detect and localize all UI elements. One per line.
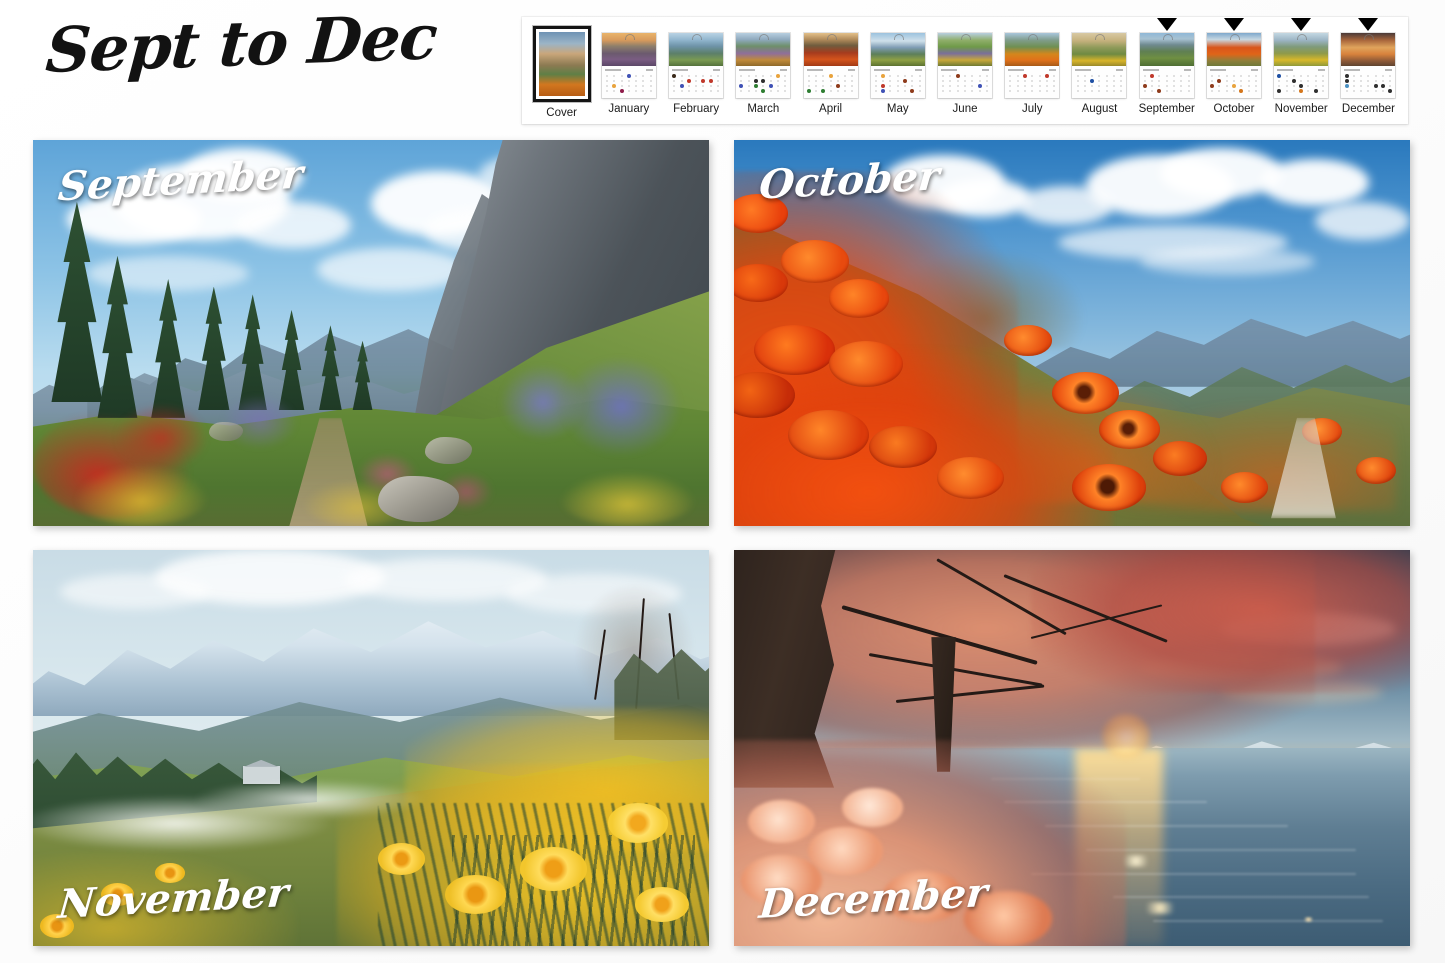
thumbnail-mini-calendar bbox=[1274, 66, 1329, 98]
thumbnail-item-july[interactable]: July bbox=[999, 24, 1066, 124]
calendar-ring-icon bbox=[1297, 34, 1308, 40]
thumbnail-label: October bbox=[1213, 103, 1255, 115]
thumbnail-label: May bbox=[886, 103, 909, 115]
thumbnail-frame[interactable] bbox=[1274, 33, 1329, 98]
calendar-ring-icon bbox=[759, 34, 770, 40]
thumbnail-label: Cover bbox=[546, 107, 577, 119]
thumbnail-mini-calendar bbox=[669, 66, 724, 98]
thumbnail-item-april[interactable]: April bbox=[797, 24, 864, 124]
calendar-ring-icon bbox=[624, 34, 635, 40]
thumbnail-mini-calendar bbox=[1206, 66, 1261, 98]
thumbnail-item-february[interactable]: February bbox=[662, 24, 729, 124]
thumbnail-label: April bbox=[819, 103, 843, 115]
thumbnail-item-march[interactable]: March bbox=[730, 24, 797, 124]
thumbnail-frame[interactable] bbox=[1139, 33, 1194, 98]
thumbnail-label: January bbox=[608, 103, 650, 115]
calendar-page-thumbnail-strip[interactable]: Cover January February March April May J… bbox=[522, 17, 1408, 124]
thumbnail-item-cover[interactable]: Cover bbox=[528, 24, 595, 124]
thumbnail-item-august[interactable]: August bbox=[1066, 24, 1133, 124]
calendar-ring-icon bbox=[692, 34, 703, 40]
thumbnail-item-november[interactable]: November bbox=[1268, 18, 1335, 124]
thumbnail-item-june[interactable]: June bbox=[931, 24, 998, 124]
thumbnail-mini-calendar bbox=[601, 66, 656, 98]
thumbnail-frame[interactable] bbox=[736, 33, 791, 98]
thumbnail-mini-calendar bbox=[1072, 66, 1127, 98]
thumbnail-frame[interactable] bbox=[601, 33, 656, 98]
thumbnail-mini-calendar bbox=[938, 66, 993, 98]
selection-marker-icon bbox=[1291, 18, 1312, 31]
month-card-september[interactable]: September bbox=[33, 140, 709, 526]
thumbnail-photo bbox=[538, 32, 585, 96]
calendar-ring-icon bbox=[1028, 34, 1039, 40]
month-label-october: October bbox=[757, 152, 942, 209]
month-card-december[interactable]: December bbox=[734, 550, 1410, 946]
calendar-ring-icon bbox=[893, 34, 904, 40]
thumbnail-mini-calendar bbox=[870, 66, 925, 98]
selection-marker-icon bbox=[1223, 18, 1244, 31]
thumbnail-frame[interactable] bbox=[669, 33, 724, 98]
thumbnail-item-may[interactable]: May bbox=[864, 24, 931, 124]
thumbnail-frame[interactable] bbox=[532, 26, 591, 102]
thumbnail-label: September bbox=[1138, 103, 1195, 115]
thumbnail-mini-calendar bbox=[736, 66, 791, 98]
thumbnail-frame[interactable] bbox=[1072, 33, 1127, 98]
thumbnail-label: June bbox=[952, 103, 978, 115]
month-preview-gallery: September October November December bbox=[33, 140, 1410, 946]
calendar-ring-icon bbox=[1162, 34, 1173, 40]
thumbnail-label: March bbox=[747, 103, 780, 115]
thumbnail-mini-calendar bbox=[1139, 66, 1194, 98]
calendar-ring-icon bbox=[1229, 34, 1240, 40]
thumbnail-item-october[interactable]: October bbox=[1200, 18, 1267, 124]
thumbnail-item-january[interactable]: January bbox=[595, 24, 662, 124]
calendar-ring-icon bbox=[826, 34, 837, 40]
thumbnail-label: July bbox=[1022, 103, 1043, 115]
thumbnail-label: November bbox=[1274, 103, 1328, 115]
selection-marker-icon bbox=[1156, 18, 1177, 31]
thumbnail-frame[interactable] bbox=[1005, 33, 1060, 98]
calendar-ring-icon bbox=[961, 34, 972, 40]
thumbnail-frame[interactable] bbox=[870, 33, 925, 98]
thumbnail-frame[interactable] bbox=[938, 33, 993, 98]
thumbnail-item-september[interactable]: September bbox=[1133, 18, 1200, 124]
thumbnail-mini-calendar bbox=[1341, 66, 1396, 98]
thumbnail-frame[interactable] bbox=[1341, 33, 1396, 98]
thumbnail-label: December bbox=[1341, 103, 1395, 115]
thumbnail-item-december[interactable]: December bbox=[1335, 18, 1402, 124]
thumbnail-frame[interactable] bbox=[803, 33, 858, 98]
thumbnail-mini-calendar bbox=[803, 66, 858, 98]
thumbnail-label: August bbox=[1081, 103, 1118, 115]
thumbnail-mini-calendar bbox=[1005, 66, 1060, 98]
month-card-november[interactable]: November bbox=[33, 550, 709, 946]
selection-marker-icon bbox=[1358, 18, 1379, 31]
page-title: Sept to Dec bbox=[43, 0, 440, 87]
thumbnail-label: February bbox=[673, 103, 720, 115]
thumbnail-frame[interactable] bbox=[1206, 33, 1261, 98]
month-card-october[interactable]: October bbox=[734, 140, 1410, 526]
